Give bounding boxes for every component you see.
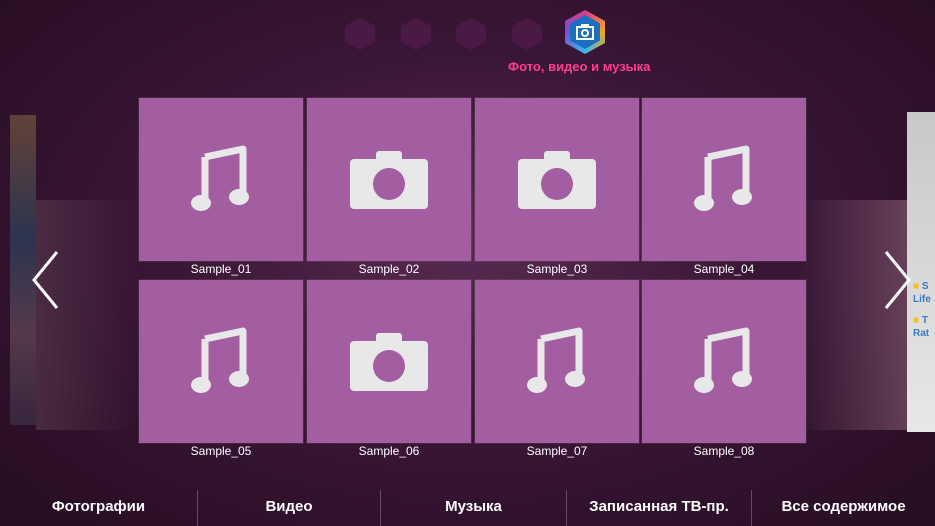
tab-music[interactable]: Музыка <box>381 498 566 515</box>
camera-icon[interactable] <box>565 10 605 54</box>
camera-icon <box>307 280 471 443</box>
tab-video[interactable]: Видео <box>198 498 380 515</box>
camera-icon <box>475 98 639 261</box>
content-tile[interactable] <box>307 280 471 443</box>
previous-arrow-icon[interactable] <box>30 250 60 310</box>
tile-label: Sample_04 <box>693 262 755 276</box>
tv-icon[interactable] <box>456 18 486 50</box>
content-tile[interactable] <box>642 280 806 443</box>
music-note-icon <box>139 280 303 443</box>
tab-all-content[interactable]: Все содержимое <box>752 498 935 515</box>
content-tile[interactable] <box>475 98 639 261</box>
content-tile[interactable] <box>307 98 471 261</box>
content-tile[interactable] <box>139 280 303 443</box>
music-note-icon <box>642 98 806 261</box>
tile-label: Sample_02 <box>358 262 420 276</box>
content-tile[interactable] <box>475 280 639 443</box>
tile-label: Sample_06 <box>358 444 420 458</box>
music-note-icon <box>642 280 806 443</box>
play-icon[interactable] <box>512 18 542 50</box>
music-note-icon <box>139 98 303 261</box>
hub-bar: Фото, видео и музыка <box>0 0 935 88</box>
category-tabs: Фотографии Видео Музыка Записанная ТВ-пр… <box>0 486 935 526</box>
tile-label: Sample_07 <box>526 444 588 458</box>
right-preview-shadow <box>797 200 907 430</box>
next-arrow-icon[interactable] <box>883 250 913 310</box>
tab-photos[interactable]: Фотографии <box>0 498 197 515</box>
music-note-icon <box>475 280 639 443</box>
content-tile[interactable] <box>139 98 303 261</box>
hub-section-title: Фото, видео и музыка <box>508 59 651 74</box>
tab-recorded-tv[interactable]: Записанная ТВ-пр. <box>567 498 751 515</box>
right-preview-text: ■ S Life ■ T Rat <box>913 281 931 339</box>
camera-icon <box>307 98 471 261</box>
tile-label: Sample_03 <box>526 262 588 276</box>
tile-label: Sample_01 <box>190 262 252 276</box>
apps-icon[interactable] <box>401 18 431 50</box>
content-tile[interactable] <box>642 98 806 261</box>
chat-icon[interactable] <box>345 18 375 50</box>
left-preview-shadow <box>36 200 136 430</box>
tile-label: Sample_05 <box>190 444 252 458</box>
tile-label: Sample_08 <box>693 444 755 458</box>
